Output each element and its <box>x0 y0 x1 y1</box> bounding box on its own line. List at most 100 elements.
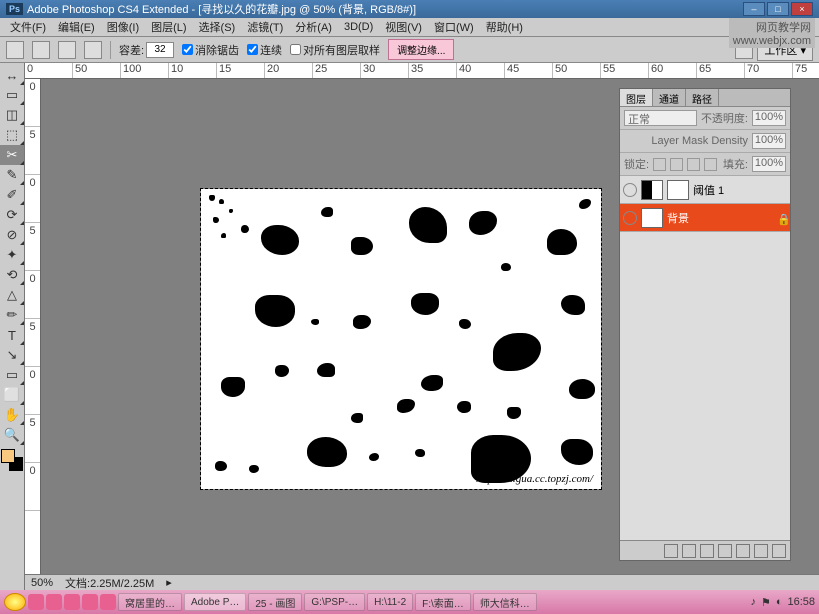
menu-item[interactable]: 帮助(H) <box>480 19 529 35</box>
quick-launch-icon[interactable] <box>64 594 80 610</box>
taskbar-button[interactable]: 师大信科… <box>473 593 537 611</box>
layer-thumbnail <box>641 180 663 200</box>
lock-all-icon[interactable] <box>704 158 717 171</box>
menu-item[interactable]: 窗口(W) <box>428 19 480 35</box>
taskbar-button[interactable]: 窝居里的… <box>118 593 182 611</box>
tool-button[interactable]: ✏ <box>0 305 24 325</box>
tool-button[interactable]: ▭ <box>0 85 24 105</box>
document-canvas[interactable]: http://shigua.cc.topzj.com/ <box>201 189 601 489</box>
refine-edge-button[interactable]: 调整边缘... <box>388 39 454 60</box>
visibility-icon[interactable] <box>623 183 637 197</box>
start-button[interactable] <box>4 593 26 611</box>
taskbar-button[interactable]: Adobe P… <box>184 593 246 611</box>
ps-icon: Ps <box>6 3 23 15</box>
vertical-ruler: 050505050 <box>25 79 41 574</box>
panel-tab[interactable]: 路径 <box>686 89 719 106</box>
tool-button[interactable]: ✋ <box>0 405 24 425</box>
document-size: 文档:2.25M/2.25M <box>65 575 154 591</box>
options-bar: 容差: 消除锯齿 连续 对所有图层取样 调整边缘... 工作区 ▾ <box>0 37 819 63</box>
menu-item[interactable]: 滤镜(T) <box>241 19 289 35</box>
lock-pixels-icon[interactable] <box>670 158 683 171</box>
taskbar-button[interactable]: G:\PSP-… <box>304 593 365 611</box>
sample-mode-icon-3[interactable] <box>84 41 102 59</box>
tool-button[interactable]: ✦ <box>0 245 24 265</box>
status-arrow-icon[interactable]: ▸ <box>166 576 172 589</box>
menu-item[interactable]: 视图(V) <box>379 19 428 35</box>
branding-overlay: 网页教学网 www.webjx.com <box>729 18 815 48</box>
delete-layer-icon[interactable] <box>772 544 786 558</box>
menu-item[interactable]: 图像(I) <box>101 19 145 35</box>
layer-style-icon[interactable] <box>682 544 696 558</box>
taskbar-button[interactable]: F:\索面… <box>415 593 471 611</box>
sample-mode-icon[interactable] <box>32 41 50 59</box>
quick-launch-icon[interactable] <box>28 594 44 610</box>
layer-name: 阈值 1 <box>693 182 724 198</box>
window-title: Adobe Photoshop CS4 Extended - [寻找以久的花瓣.… <box>27 1 416 17</box>
maximize-button[interactable]: □ <box>767 2 789 16</box>
link-layers-icon[interactable] <box>664 544 678 558</box>
fill-label: 填充: <box>723 156 748 172</box>
density-input[interactable]: 100% <box>752 133 786 149</box>
taskbar-button[interactable]: 25 - 画图 <box>248 593 302 611</box>
menu-item[interactable]: 图层(L) <box>145 19 192 35</box>
tool-button[interactable]: T <box>0 325 24 345</box>
tolerance-input[interactable] <box>146 42 174 58</box>
tray-icon[interactable]: ◐ <box>776 596 783 608</box>
layer-group-icon[interactable] <box>736 544 750 558</box>
lock-transparency-icon[interactable] <box>653 158 666 171</box>
panel-tab[interactable]: 通道 <box>653 89 686 106</box>
tool-button[interactable]: ◫ <box>0 105 24 125</box>
layer-mask-icon[interactable] <box>700 544 714 558</box>
clock[interactable]: 16:58 <box>787 596 815 608</box>
quick-launch-icon[interactable] <box>100 594 116 610</box>
menu-item[interactable]: 编辑(E) <box>52 19 101 35</box>
color-swatch[interactable] <box>1 449 23 471</box>
minimize-button[interactable]: – <box>743 2 765 16</box>
quick-launch-icon[interactable] <box>46 594 62 610</box>
tool-button[interactable]: ▭ <box>0 365 24 385</box>
tool-button[interactable]: ⊘ <box>0 225 24 245</box>
blend-mode-select[interactable]: 正常 <box>624 110 697 126</box>
taskbar-button[interactable]: H:\11-2 <box>367 593 413 611</box>
tray-icon[interactable]: ♪ <box>750 596 756 608</box>
sample-mode-icon-2[interactable] <box>58 41 76 59</box>
close-button[interactable]: × <box>791 2 813 16</box>
antialias-checkbox[interactable]: 消除锯齿 <box>182 42 239 58</box>
fill-input[interactable]: 100% <box>752 156 786 172</box>
tool-button[interactable]: ↘ <box>0 345 24 365</box>
opacity-input[interactable]: 100% <box>752 110 786 126</box>
tools-panel: ↔▭◫⬚✂✎✐⟳⊘✦⟲△✏T↘▭⬜✋🔍 <box>0 63 25 590</box>
all-layers-checkbox[interactable]: 对所有图层取样 <box>290 42 380 58</box>
new-layer-icon[interactable] <box>754 544 768 558</box>
horizontal-ruler: 0501001015202530354045505560657075 <box>25 63 819 79</box>
tray-icon[interactable]: ⚑ <box>761 596 771 609</box>
panel-tab[interactable]: 图层 <box>620 89 653 106</box>
tool-button[interactable]: ↔ <box>0 65 24 85</box>
adjustment-layer-icon[interactable] <box>718 544 732 558</box>
tool-button[interactable]: ⟳ <box>0 205 24 225</box>
tool-button[interactable]: △ <box>0 285 24 305</box>
menu-item[interactable]: 3D(D) <box>338 21 379 33</box>
tool-preset-icon[interactable] <box>6 41 24 59</box>
tolerance-field: 容差: <box>119 42 174 58</box>
menu-item[interactable]: 分析(A) <box>289 19 338 35</box>
quick-launch-icon[interactable] <box>82 594 98 610</box>
tool-button[interactable]: ✎ <box>0 165 24 185</box>
menu-item[interactable]: 选择(S) <box>193 19 242 35</box>
contiguous-checkbox[interactable]: 连续 <box>247 42 282 58</box>
layer-item[interactable]: 阈值 1 <box>620 176 790 204</box>
zoom-level[interactable]: 50% <box>31 577 53 589</box>
layer-item[interactable]: 背景🔒 <box>620 204 790 232</box>
tool-button[interactable]: ⬚ <box>0 125 24 145</box>
tool-button[interactable]: 🔍 <box>0 425 24 445</box>
layer-name: 背景 <box>667 210 689 226</box>
tool-button[interactable]: ✐ <box>0 185 24 205</box>
menu-item[interactable]: 文件(F) <box>4 19 52 35</box>
lock-position-icon[interactable] <box>687 158 700 171</box>
panel-tabs: 图层通道路径 <box>620 89 790 107</box>
visibility-icon[interactable] <box>623 211 637 225</box>
tool-button[interactable]: ⬜ <box>0 385 24 405</box>
tool-button[interactable]: ✂ <box>0 145 24 165</box>
mask-thumbnail <box>667 180 689 200</box>
tool-button[interactable]: ⟲ <box>0 265 24 285</box>
